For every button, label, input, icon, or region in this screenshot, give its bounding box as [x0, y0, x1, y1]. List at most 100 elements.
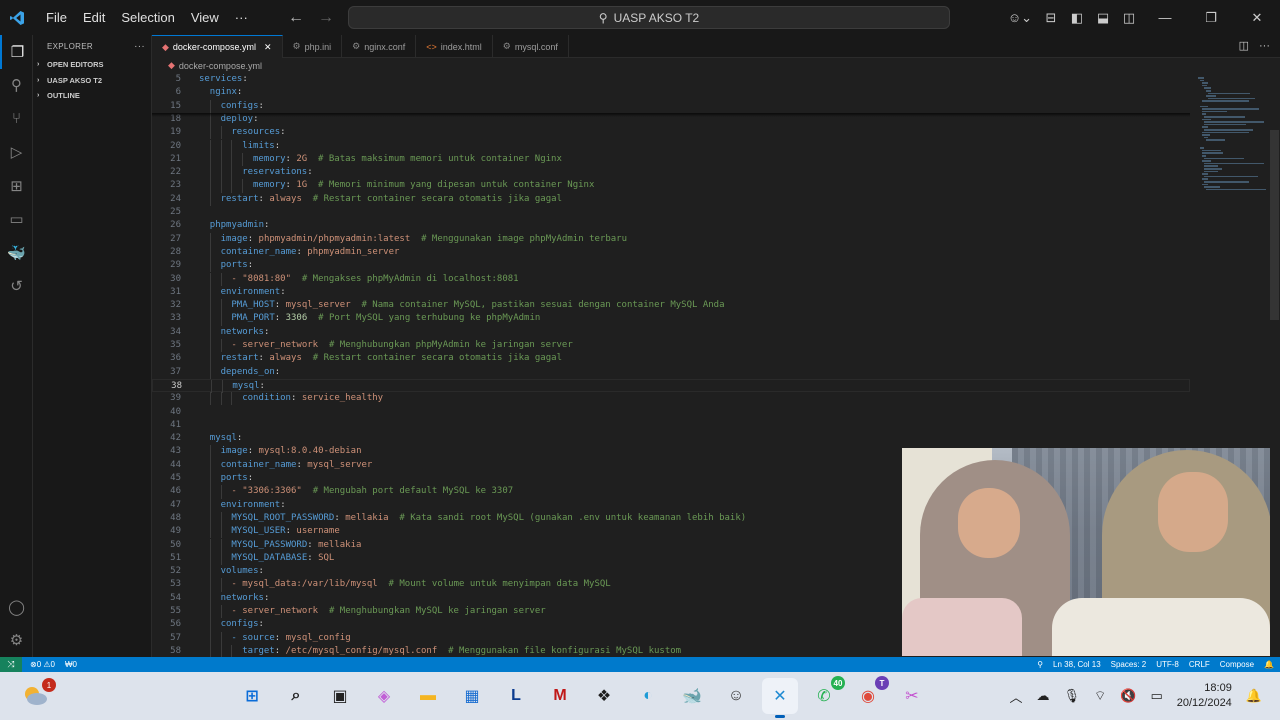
webcam-overlay — [902, 448, 1270, 656]
line-number: 51 — [170, 552, 181, 563]
show-hidden-icons-chevron-icon[interactable]: ︿ — [1010, 687, 1023, 706]
copilot-icon[interactable]: ☺⌄ — [1002, 10, 1038, 26]
tab-mysql-conf[interactable]: ⚙ mysql.conf — [493, 35, 569, 58]
line-number: 55 — [170, 606, 181, 616]
breadcrumb: ◆ docker-compose.yml — [152, 58, 262, 73]
minimap-line — [1202, 110, 1227, 113]
zoom-icon[interactable]: ⚲ — [1037, 660, 1043, 669]
battery-icon[interactable]: ▭ — [1150, 688, 1162, 704]
line-number: 40 — [170, 406, 181, 417]
close-button[interactable]: ✕ — [1234, 10, 1280, 26]
end-of-line[interactable]: CRLF — [1189, 660, 1210, 669]
l-app-icon[interactable]: L — [498, 678, 534, 714]
toggle-panel-icon[interactable]: ⬓ — [1090, 10, 1116, 26]
search-icon[interactable]: ⚲ — [0, 69, 33, 103]
timeline-icon[interactable]: ↺ — [0, 270, 33, 304]
tab-label: php.ini — [304, 41, 332, 52]
sidebar-section[interactable]: › OPEN EDITORS — [33, 57, 151, 73]
menu-item-1[interactable]: Edit — [75, 0, 113, 35]
split-editor-icon[interactable]: ◫ — [1239, 35, 1249, 58]
minimap-line — [1206, 139, 1226, 141]
indentation[interactable]: Spaces: 2 — [1111, 660, 1147, 669]
account-icon[interactable]: ◯ — [0, 590, 33, 624]
yaml-key: MYSQL_ROOT_PASSWORD — [231, 512, 335, 523]
file-explorer-icon[interactable]: ▬ — [410, 678, 446, 714]
code-line: 20 limits: — [152, 139, 1190, 153]
toggle-sidebar-icon[interactable]: ◧ — [1064, 10, 1090, 26]
docker-icon[interactable]: 🐳 — [0, 236, 33, 270]
line-number: 53 — [170, 579, 181, 590]
yaml-value: always — [269, 353, 302, 364]
task-view-glyph: ▣ — [332, 688, 348, 705]
run-debug-icon[interactable]: ▷ — [0, 136, 33, 170]
docker-icon[interactable]: 🐋 — [674, 678, 710, 714]
notification-bell-icon[interactable]: 🔔 — [1246, 688, 1262, 704]
close-tab-icon[interactable]: ✕ — [264, 42, 272, 53]
source-control-icon[interactable]: ⑂ — [0, 102, 33, 136]
remote-indicator-icon[interactable]: ⤨ — [0, 657, 22, 672]
menu-item-0[interactable]: File — [38, 0, 75, 35]
extensions-icon[interactable]: ⊞ — [0, 169, 33, 203]
weather-widget-icon[interactable]: 1 — [20, 678, 56, 710]
remote-explorer-icon[interactable]: ▭ — [0, 203, 33, 237]
problems-count[interactable]: ⊗0 ⚠0 — [30, 660, 55, 669]
yaml-key: networks — [220, 326, 264, 337]
scrollbar-thumb[interactable] — [1270, 130, 1279, 320]
breadcrumb-file[interactable]: docker-compose.yml — [179, 61, 262, 71]
wifi-icon[interactable]: ⌔ — [1094, 688, 1106, 704]
taskbar-apps: ⊞ ⌕ ▣ ◈ ▬ ▦ L M ❖ ◐ 🐋 ☺ ✕ ✆ 40 ◉ T ✂ — [234, 672, 930, 720]
sidebar-section[interactable]: › OUTLINE — [33, 88, 151, 104]
ports-count[interactable]: ₩0 — [65, 660, 77, 669]
search-icon[interactable]: ⌕ — [278, 678, 314, 714]
menu-item-4[interactable]: ··· — [227, 0, 256, 35]
task-view-icon[interactable]: ▣ — [322, 678, 358, 714]
code-line: 33 PMA_PORT: 3306 # Port MySQL yang terhu… — [152, 312, 1190, 326]
more-actions-icon[interactable]: ··· — [134, 41, 145, 52]
chrome-icon[interactable]: ◉ T — [850, 676, 889, 714]
yaml-comment: # Memori minimum yang dipesan untuk cont… — [318, 180, 595, 191]
snipping-tool-icon[interactable]: ✂ — [894, 678, 930, 714]
line-number: 41 — [170, 419, 181, 430]
forward-arrow-icon[interactable]: → — [318, 9, 334, 27]
cursor-position[interactable]: Ln 38, Col 13 — [1053, 660, 1101, 669]
copilot-icon[interactable]: ◈ — [366, 678, 402, 714]
code-line: 15 configs: — [152, 99, 1190, 113]
toggle-secondary-sidebar-icon[interactable]: ◫ — [1116, 10, 1142, 26]
yaml-value: 2G — [296, 153, 308, 164]
customize-layout-icon[interactable]: ⊟ — [1038, 10, 1064, 26]
mcafee-icon[interactable]: M — [542, 678, 578, 714]
edge-icon[interactable]: ◐ — [630, 678, 666, 714]
command-center-search[interactable]: ⚲ UASP AKSO T2 — [348, 6, 950, 29]
activity-bar: ❐ ⚲ ⑂ ▷ ⊞ ▭ 🐳 ↺ ◯ ⚙ — [0, 35, 33, 657]
tab-php-ini[interactable]: ⚙ php.ini — [283, 35, 343, 58]
notifications-bell-icon[interactable]: 🔔 — [1264, 660, 1274, 669]
tab-docker-compose-yml[interactable]: ◆ docker-compose.yml ✕ — [152, 35, 283, 58]
menu-item-2[interactable]: Selection — [113, 0, 182, 35]
whatsapp-icon[interactable]: ✆ 40 — [806, 676, 845, 714]
yaml-key: MYSQL_PASSWORD — [231, 539, 308, 550]
explorer-icon[interactable]: ❐ — [0, 35, 33, 69]
tab-nginx-conf[interactable]: ⚙ nginx.conf — [342, 35, 417, 58]
clock[interactable]: 18:09 20/12/2024 — [1177, 681, 1232, 711]
volume-muted-icon[interactable]: 🔇 — [1120, 688, 1136, 704]
minimize-button[interactable]: — — [1142, 10, 1188, 25]
sidebar-section[interactable]: › UASP AKSO T2 — [33, 73, 151, 89]
microphone-icon[interactable]: 🎙 — [1064, 688, 1081, 704]
settings-gear-icon[interactable]: ⚙ — [0, 624, 33, 658]
encoding[interactable]: UTF-8 — [1156, 660, 1179, 669]
back-arrow-icon[interactable]: ← — [288, 9, 304, 27]
menu-item-3[interactable]: View — [183, 0, 227, 35]
editor-actions: ◫ ··· — [1239, 35, 1270, 58]
restore-button[interactable]: ❐ — [1188, 10, 1234, 26]
windows-start-icon[interactable]: ⊞ — [234, 678, 270, 714]
language-mode[interactable]: Compose — [1220, 660, 1254, 669]
tab-index-html[interactable]: <> index.html — [416, 35, 493, 58]
dropbox-icon[interactable]: ❖ — [586, 678, 622, 714]
more-actions-icon[interactable]: ··· — [1259, 35, 1270, 58]
line-number: 58 — [170, 645, 181, 656]
yaml-key: depends_on — [220, 366, 275, 377]
microsoft-store-icon[interactable]: ▦ — [454, 678, 490, 714]
steam-like-icon[interactable]: ☺ — [718, 678, 754, 714]
vscode-icon[interactable]: ✕ — [762, 678, 798, 718]
onedrive-cloud-icon[interactable]: ☁ — [1037, 688, 1050, 704]
